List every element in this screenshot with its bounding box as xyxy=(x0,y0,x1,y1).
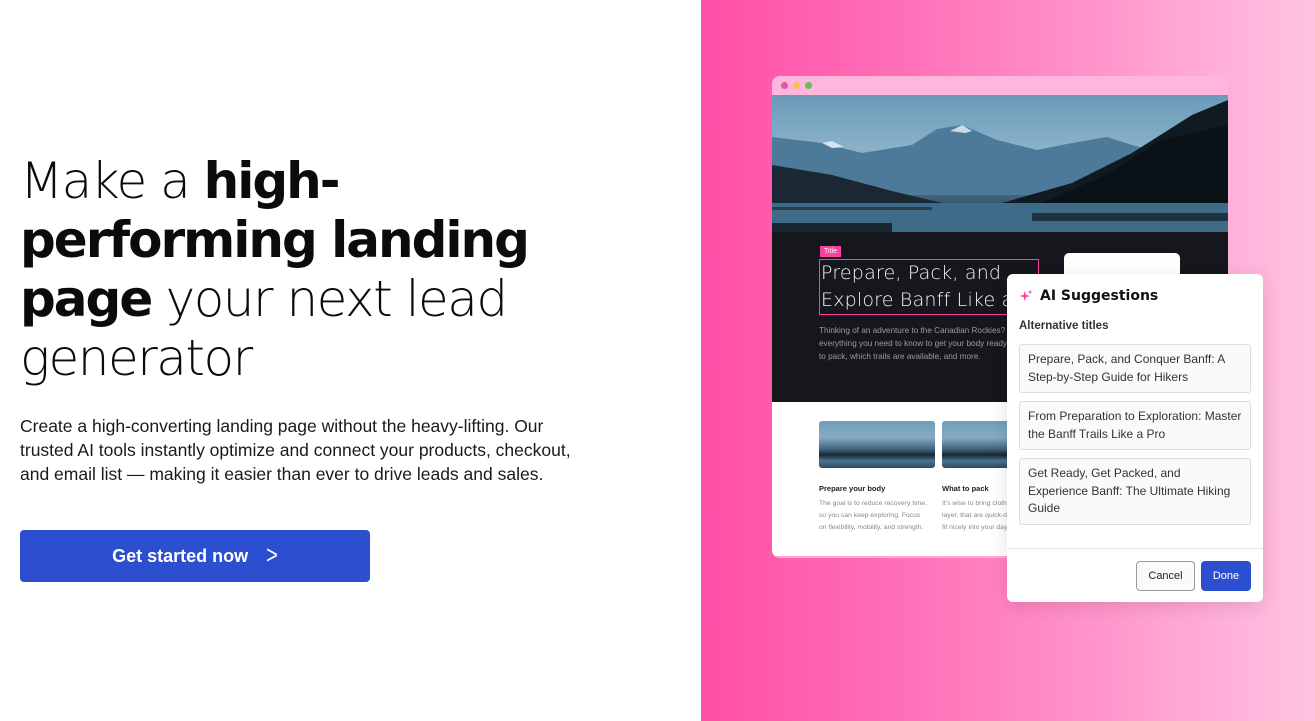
close-window-icon xyxy=(781,82,788,89)
mountain-illustration xyxy=(772,100,1228,232)
headline-light: generator xyxy=(20,329,253,387)
article-title-line: Explore Banff Like a Pro xyxy=(821,289,1039,311)
article-card: Prepare your body The goal is to reduce … xyxy=(819,421,935,534)
card-desc-line: The goal is to reduce recovery time, xyxy=(819,500,928,507)
description-line: to pack, which trails are available, and… xyxy=(819,352,981,361)
headline-bold: page xyxy=(20,270,153,328)
suggestion-option[interactable]: From Preparation to Exploration: Master … xyxy=(1019,401,1251,450)
ai-suggestions-popup: AI Suggestions Alternative titles Prepar… xyxy=(1007,274,1263,602)
title-tag-label: Title xyxy=(820,246,841,257)
cancel-button[interactable]: Cancel xyxy=(1136,560,1195,591)
card-description: The goal is to reduce recovery time, so … xyxy=(819,498,935,534)
alternative-titles-label: Alternative titles xyxy=(1019,320,1109,332)
headline-bold: performing landing xyxy=(20,211,530,269)
minimize-window-icon xyxy=(793,82,800,89)
popup-header: AI Suggestions xyxy=(1007,274,1263,304)
card-desc-line: on flexibility, mobility, and strength. xyxy=(819,524,924,531)
maximize-window-icon xyxy=(805,82,812,89)
article-description: Thinking of an adventure to the Canadian… xyxy=(819,324,1019,363)
article-title-line: Prepare, Pack, and xyxy=(821,262,1002,284)
get-started-button[interactable]: Get started now > xyxy=(20,530,370,582)
suggestion-list: Prepare, Pack, and Conquer Banff: A Step… xyxy=(1007,332,1263,525)
headline-light: your next lead xyxy=(151,270,509,328)
card-image xyxy=(819,421,935,468)
description-line: everything you need to know to get your … xyxy=(819,339,1019,348)
headline-bold: high- xyxy=(203,152,341,210)
get-started-label: Get started now xyxy=(112,545,249,566)
selected-title-element[interactable]: Prepare, Pack, and Explore Banff Like a … xyxy=(819,259,1039,315)
headline-light: Make a xyxy=(20,152,204,210)
popup-title: AI Suggestions xyxy=(1040,288,1159,304)
popup-footer: Cancel Done xyxy=(1007,548,1263,602)
hero-subtext: Create a high-converting landing page wi… xyxy=(20,416,571,484)
mountain-lake-image xyxy=(772,95,1228,232)
browser-titlebar xyxy=(772,76,1228,95)
hero-headline: Make a high- performing landing page you… xyxy=(20,152,620,388)
hero-section: Make a high- performing landing page you… xyxy=(20,152,620,388)
sparkle-icon xyxy=(1019,289,1033,302)
suggestion-option[interactable]: Prepare, Pack, and Conquer Banff: A Step… xyxy=(1019,344,1251,393)
card-desc-line: so you can keep exploring. Focus xyxy=(819,512,921,519)
done-button[interactable]: Done xyxy=(1201,560,1251,591)
description-line: Thinking of an adventure to the Canadian… xyxy=(819,326,1019,335)
chevron-right-icon: > xyxy=(266,541,278,570)
card-title: Prepare your body xyxy=(819,484,886,493)
suggestion-option[interactable]: Get Ready, Get Packed, and Experience Ba… xyxy=(1019,458,1251,525)
